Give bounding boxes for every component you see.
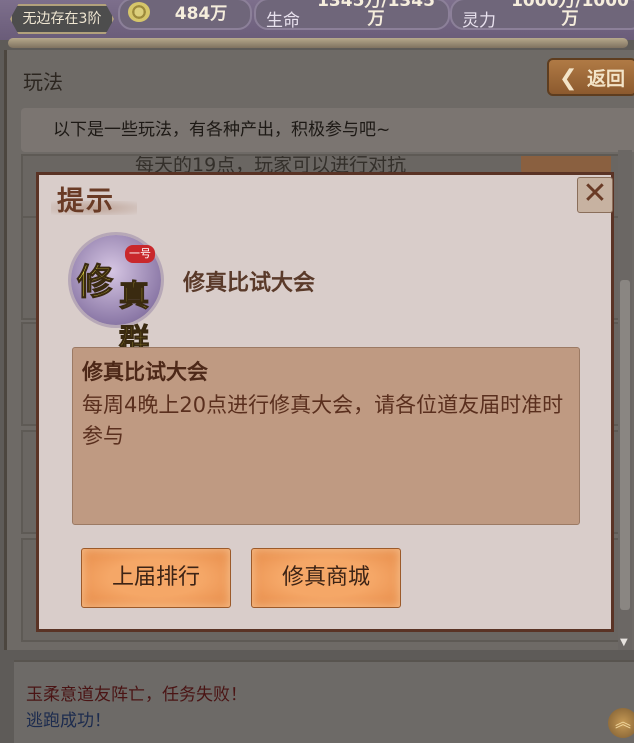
- message-log: 玉柔意道友阵亡，任务失败！ 逃跑成功！ ︽: [14, 660, 634, 743]
- sp-label: 灵力: [462, 11, 496, 30]
- coin-value: 484万: [174, 4, 228, 24]
- back-arrow-icon: ❮: [559, 66, 578, 91]
- log-message-escape: 逃跑成功！: [26, 711, 111, 731]
- panel-title: 玩法: [23, 70, 63, 94]
- expand-up-icon[interactable]: ︽: [608, 708, 634, 738]
- last-ranking-label: 上届排行: [111, 565, 200, 590]
- tip-dialog: 提示 ✕ 修 真群 一号 修真比试大会 修真比试大会 每周4晚上20点进行修真大…: [36, 172, 614, 632]
- event-description-box: 修真比试大会 每周4晚上20点进行修真大会，请各位道友届时准时参与: [72, 347, 580, 525]
- scroll-down-icon[interactable]: ▼: [620, 637, 628, 648]
- dialog-title: 提示: [57, 186, 115, 217]
- intro-banner: 以下是一些玩法，有各种产出，积极参与吧~: [21, 108, 634, 152]
- close-button[interactable]: ✕: [577, 177, 613, 213]
- hp-label: 生命: [266, 11, 300, 30]
- cultivation-shop-label: 修真商城: [281, 565, 370, 590]
- realm-label: 无边存在3阶: [22, 11, 102, 27]
- sp-value: 1000万/1000 万: [511, 0, 629, 29]
- log-message-failure: 玉柔意道友阵亡，任务失败！: [26, 685, 247, 705]
- sp-stat: 灵力 1000万/1000 万: [450, 0, 634, 30]
- list-scrollbar[interactable]: ▼: [618, 150, 632, 650]
- intro-text: 以下是一些玩法，有各种产出，积极参与吧~: [53, 120, 391, 140]
- cultivation-shop-button[interactable]: 修真商城: [251, 548, 401, 608]
- coin-icon: [128, 2, 150, 22]
- coin-stat: 484万: [118, 0, 252, 30]
- event-logo: 修 真群 一号: [71, 235, 161, 359]
- back-button[interactable]: ❮ 返回: [547, 58, 634, 96]
- description-title: 修真比试大会: [82, 360, 208, 384]
- hp-value: 1345万/1345 万: [317, 0, 435, 29]
- hp-stat: 生命 1345万/1345 万: [254, 0, 450, 30]
- decorative-scroll-rail: [8, 38, 628, 48]
- scrollbar-thumb[interactable]: [620, 280, 630, 610]
- realm-badge: 无边存在3阶: [10, 4, 114, 34]
- event-name: 修真比试大会: [183, 271, 316, 296]
- status-bar: 无边存在3阶 484万 生命 1345万/1345 万 灵力 1000万/100…: [0, 0, 634, 40]
- logo-glyph-2: 真群: [119, 279, 150, 359]
- back-button-label: 返回: [586, 68, 625, 90]
- logo-glyph-1: 修: [76, 262, 114, 304]
- description-text: 每周4晚上20点进行修真大会，请各位道友届时准时参与: [82, 393, 564, 448]
- close-icon: ✕: [582, 176, 608, 211]
- last-ranking-button[interactable]: 上届排行: [81, 548, 231, 608]
- logo-badge: 一号: [125, 245, 155, 263]
